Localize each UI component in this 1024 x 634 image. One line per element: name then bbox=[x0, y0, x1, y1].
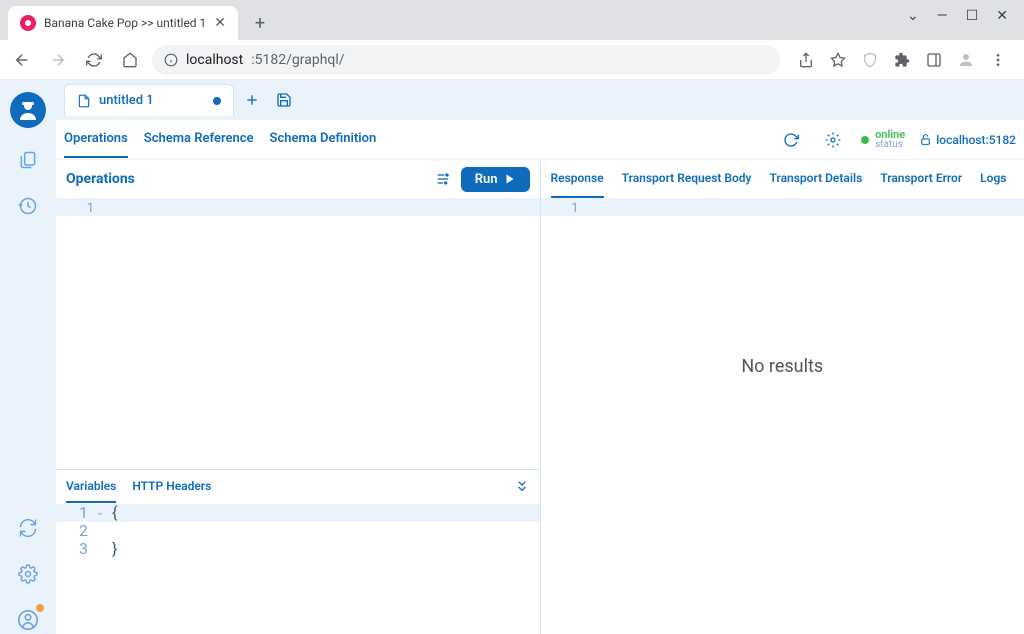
settings-icon[interactable] bbox=[14, 560, 42, 588]
close-window-icon[interactable]: ✕ bbox=[996, 8, 1008, 24]
new-tab-button[interactable]: + bbox=[246, 9, 274, 37]
operations-title: Operations bbox=[66, 171, 135, 187]
play-icon bbox=[504, 173, 516, 185]
history-icon[interactable] bbox=[14, 192, 42, 220]
var-code-1: { bbox=[112, 504, 117, 522]
bookmark-icon[interactable] bbox=[828, 50, 848, 70]
app-logo[interactable] bbox=[10, 92, 46, 128]
close-tab-icon[interactable]: ✕ bbox=[214, 15, 226, 31]
menu-icon[interactable] bbox=[988, 50, 1008, 70]
doc-tab-untitled[interactable]: untitled 1 bbox=[64, 84, 234, 116]
reload-button[interactable] bbox=[80, 46, 108, 74]
unlock-icon bbox=[919, 133, 932, 146]
home-button[interactable] bbox=[116, 46, 144, 74]
response-editor[interactable]: 1 bbox=[541, 198, 1024, 216]
tab-title: Banana Cake Pop >> untitled 1 bbox=[44, 16, 206, 30]
variables-editor[interactable]: 1 ⌄ { 2 3 } bbox=[56, 504, 540, 634]
browser-tab[interactable]: Banana Cake Pop >> untitled 1 ✕ bbox=[8, 6, 238, 40]
operations-pane: Operations Run 1 bbox=[56, 160, 541, 634]
response-gutter-1: 1 bbox=[541, 198, 589, 216]
documents-icon[interactable] bbox=[14, 146, 42, 174]
url-host: localhost bbox=[186, 52, 243, 68]
nav-bar: Operations Schema Reference Schema Defin… bbox=[56, 120, 1024, 160]
tab-operations[interactable]: Operations bbox=[64, 121, 128, 158]
info-icon bbox=[164, 53, 178, 67]
doc-tabs: untitled 1 bbox=[56, 80, 1024, 120]
run-label: Run bbox=[475, 172, 498, 187]
tab-transport-details[interactable]: Transport Details bbox=[770, 160, 863, 198]
app-root: untitled 1 Operations Schema Reference S… bbox=[0, 80, 1024, 634]
tab-logs[interactable]: Logs bbox=[980, 160, 1006, 198]
status-sub: status bbox=[875, 140, 905, 150]
format-icon[interactable] bbox=[435, 171, 451, 187]
gutter-line-1: 1 bbox=[56, 198, 104, 216]
status-dot-icon bbox=[861, 136, 869, 144]
unsaved-dot-icon bbox=[213, 97, 221, 105]
favicon-icon bbox=[20, 15, 36, 31]
back-button[interactable] bbox=[8, 46, 36, 74]
save-button[interactable] bbox=[270, 86, 298, 114]
url-path: :5182/graphql/ bbox=[251, 52, 344, 68]
tab-http-headers[interactable]: HTTP Headers bbox=[132, 471, 211, 503]
tab-schema-reference[interactable]: Schema Reference bbox=[144, 121, 254, 158]
shield-icon[interactable] bbox=[860, 50, 880, 70]
app-main: untitled 1 Operations Schema Reference S… bbox=[56, 80, 1024, 634]
tab-transport-error[interactable]: Transport Error bbox=[880, 160, 962, 198]
var-gutter-1: 1 bbox=[56, 504, 96, 522]
operations-editor[interactable]: 1 bbox=[56, 198, 540, 469]
chevron-down-icon[interactable]: ⌄ bbox=[907, 8, 919, 24]
connection-settings-icon[interactable] bbox=[819, 126, 847, 154]
var-gutter-3: 3 bbox=[56, 540, 96, 558]
nav-right: online status localhost:5182 bbox=[777, 126, 1016, 154]
variables-panel: Variables HTTP Headers 1 ⌄ { 2 bbox=[56, 469, 540, 634]
account-icon[interactable] bbox=[14, 606, 42, 634]
share-icon[interactable] bbox=[796, 50, 816, 70]
tab-request-body[interactable]: Transport Request Body bbox=[622, 160, 752, 198]
collapse-icon[interactable] bbox=[514, 479, 530, 495]
toolbar-icons bbox=[788, 50, 1016, 70]
browser-titlebar: Banana Cake Pop >> untitled 1 ✕ + ⌄ — ☐ … bbox=[0, 0, 1024, 40]
browser-toolbar: localhost :5182/graphql/ bbox=[0, 40, 1024, 80]
doc-tab-label: untitled 1 bbox=[99, 93, 154, 108]
host-label: localhost:5182 bbox=[936, 133, 1016, 147]
maximize-icon[interactable]: ☐ bbox=[966, 8, 979, 24]
address-bar[interactable]: localhost :5182/graphql/ bbox=[152, 45, 780, 75]
window-controls: ⌄ — ☐ ✕ bbox=[891, 0, 1024, 32]
profile-icon[interactable] bbox=[956, 50, 976, 70]
tab-variables[interactable]: Variables bbox=[66, 471, 116, 503]
response-tabs: Response Transport Request Body Transpor… bbox=[541, 160, 1024, 198]
response-pane: Response Transport Request Body Transpor… bbox=[541, 160, 1024, 634]
extensions-icon[interactable] bbox=[892, 50, 912, 70]
tab-response[interactable]: Response bbox=[551, 160, 604, 198]
connection-host[interactable]: localhost:5182 bbox=[919, 133, 1016, 147]
add-tab-button[interactable] bbox=[238, 86, 266, 114]
operations-header: Operations Run bbox=[56, 160, 540, 198]
var-code-3: } bbox=[112, 540, 117, 558]
no-results-message: No results bbox=[541, 216, 1024, 377]
forward-button[interactable] bbox=[44, 46, 72, 74]
refresh-schema-icon[interactable] bbox=[777, 126, 805, 154]
panel-icon[interactable] bbox=[924, 50, 944, 70]
nav-tabs: Operations Schema Reference Schema Defin… bbox=[56, 121, 376, 158]
tab-schema-definition[interactable]: Schema Definition bbox=[270, 121, 377, 158]
app-sidebar bbox=[0, 80, 56, 634]
var-gutter-2: 2 bbox=[56, 522, 96, 540]
sync-icon[interactable] bbox=[14, 514, 42, 542]
fold-icon[interactable]: ⌄ bbox=[96, 504, 112, 522]
workspace: Operations Run 1 bbox=[56, 160, 1024, 634]
file-icon bbox=[77, 94, 91, 108]
bottom-tabs: Variables HTTP Headers bbox=[56, 470, 540, 504]
run-button[interactable]: Run bbox=[461, 167, 530, 192]
connection-status: online status bbox=[861, 129, 905, 150]
minimize-icon[interactable]: — bbox=[937, 8, 948, 24]
